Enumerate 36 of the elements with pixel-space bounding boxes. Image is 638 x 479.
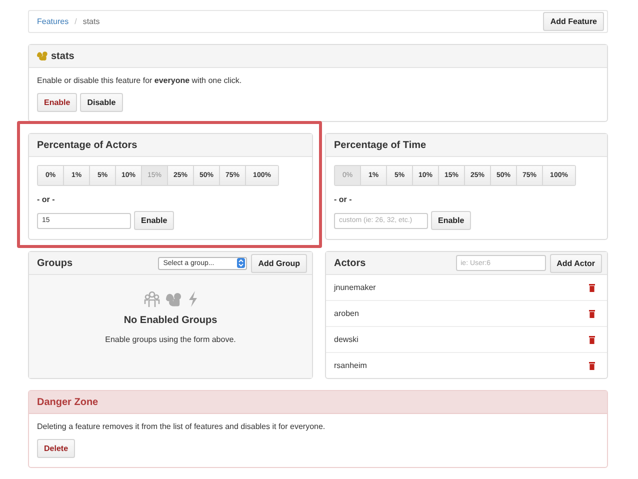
breadcrumb-link[interactable]: Features	[37, 17, 69, 26]
add-actor-button[interactable]: Add Actor	[550, 254, 602, 272]
enable-button[interactable]: Enable	[134, 211, 174, 230]
panel-title: Percentage of Actors	[37, 140, 138, 150]
empty-state-title: No Enabled Groups	[124, 315, 218, 326]
trash-icon[interactable]	[589, 284, 595, 292]
actor-name: dewski	[334, 335, 358, 344]
actor-name: aroben	[334, 309, 359, 318]
or-label: - or -	[37, 195, 56, 204]
actor-name: jnunemaker	[334, 283, 376, 292]
panel-title: Danger Zone	[37, 396, 98, 408]
squirrel-icon	[166, 292, 182, 306]
lightning-bolt-icon	[188, 291, 198, 307]
disable-button[interactable]: Disable	[80, 93, 123, 112]
breadcrumb-current: stats	[82, 17, 100, 26]
squirrel-icon	[37, 51, 48, 61]
panel-title: Percentage of Time	[334, 140, 426, 150]
feature-description: Enable or disable this feature for everyone with one click.	[37, 76, 243, 85]
panel-title: Actors	[334, 258, 366, 268]
breadcrumb-separator: /	[74, 17, 77, 26]
trash-icon[interactable]	[589, 336, 595, 344]
enable-button[interactable]: Enable	[37, 93, 78, 112]
or-label: - or -	[334, 195, 353, 204]
add-feature-button[interactable]: Add Feature	[543, 12, 604, 31]
trash-icon[interactable]	[589, 362, 595, 370]
dropdown-arrows-icon	[237, 258, 246, 268]
danger-zone-text: Deleting a feature removes it from the list of features and disables it for everyone.	[37, 422, 326, 431]
people-icon	[144, 291, 160, 307]
feature-title: stats	[51, 50, 74, 62]
enable-button[interactable]: Enable	[431, 211, 472, 230]
panel-title: Groups	[37, 258, 73, 268]
trash-icon[interactable]	[589, 310, 595, 318]
actor-name: rsanheim	[334, 361, 367, 370]
delete-button[interactable]: Delete	[37, 439, 76, 458]
empty-state-text: Enable groups using the form above.	[105, 335, 236, 344]
add-group-button[interactable]: Add Group	[251, 254, 307, 272]
